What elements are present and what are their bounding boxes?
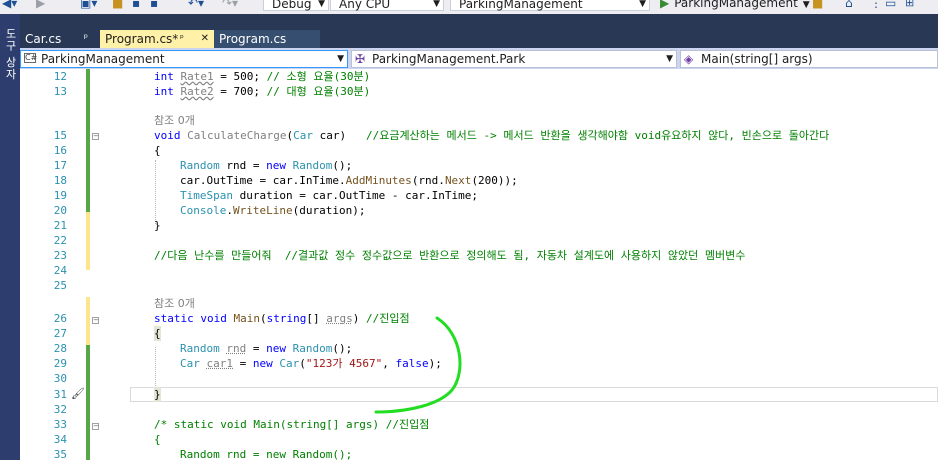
green-annotation-curve — [374, 316, 462, 414]
annotation-stroke — [374, 316, 462, 414]
